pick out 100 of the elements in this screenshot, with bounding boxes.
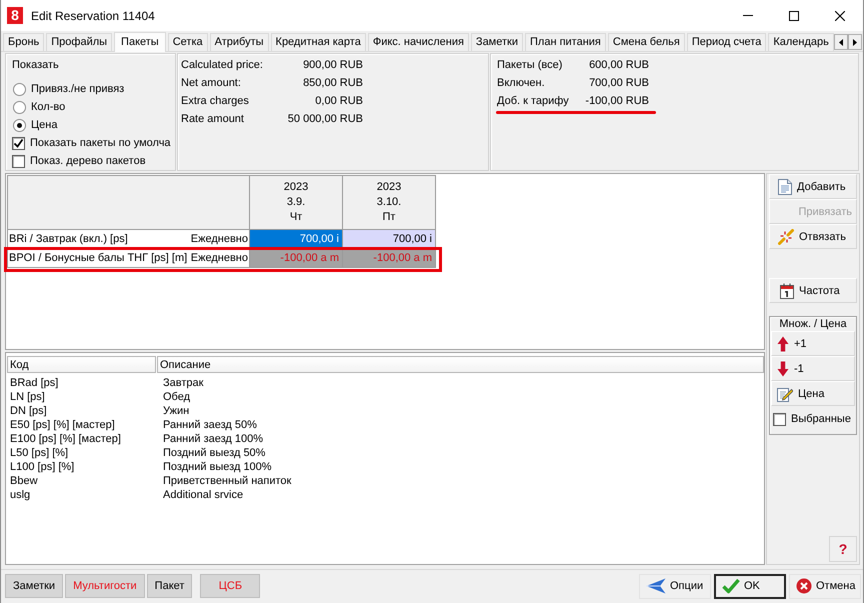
summary-label: Calculated price: [181,59,263,71]
column-header[interactable]: Описание [157,356,764,373]
checkbox[interactable] [773,412,786,426]
group-label: Показать [12,58,60,72]
year-label: 2023 [376,180,402,195]
weekday-label: Пт [382,210,396,225]
tab[interactable]: Календарь [768,33,834,51]
summary-label: Доб. к тарифу [497,95,569,107]
radio-label: Цена [31,119,58,131]
side-button[interactable]: +1 [771,331,855,356]
package-frequency: Ежедневно [190,233,248,245]
package-frequency: Ежедневно [190,252,248,264]
side-button[interactable]: -1 [771,356,855,381]
broken-chain-icon [778,228,794,244]
package-name: BPOI / Бонусные балы ТНГ [ps] [m] [9,252,188,264]
summary-value: 600,00 RUB [589,59,649,71]
summary-value: 0,00 RUB [315,95,363,107]
side-button[interactable]: Добавить [769,174,857,199]
table-cell-text: DN [ps] [10,404,48,418]
calendar-icon [780,282,794,298]
right-triangle-icon [852,38,857,46]
app-logo: 8 [7,7,23,24]
table-cell: Обед [163,390,190,404]
tab[interactable]: Фикс. начисления [368,33,469,51]
side-button[interactable]: Цена [771,381,855,406]
table-cell-text: uslg [10,488,32,502]
footer-button[interactable]: Заметки [5,574,64,598]
document-icon [778,178,792,194]
footer-button[interactable]: Пакет [146,574,192,598]
radio-label: Кол-во [31,101,66,113]
summary-value: -100,00 RUB [585,95,649,107]
ok-button[interactable]: OK [714,574,786,598]
pencil-icon [777,386,793,402]
table-cell-text: BRad [ps] [10,376,60,390]
up-arrow-icon [777,336,789,352]
group-label: Множ. / Цена [778,317,848,331]
checkbox-label: Выбранные [791,413,851,425]
paper-plane-icon [646,578,666,594]
down-arrow-icon [777,360,789,376]
checkbox-label: Показ. дерево пакетов [30,155,146,167]
summary-value: 900,00 RUB [303,59,363,71]
summary-label: Пакеты (все) [497,59,562,71]
weekday-label: Чт [290,210,302,225]
year-label: 2023 [284,180,308,195]
checkbox[interactable] [12,154,25,168]
scroll-left-button[interactable] [834,34,848,50]
date-label: 3.10. [376,195,402,210]
minimize-icon [743,15,753,16]
tab[interactable]: Профайлы [46,33,112,51]
tab[interactable]: Атрибуты [210,33,269,51]
summary-value: 850,00 RUB [303,77,363,89]
cancel-icon [796,578,812,594]
tab[interactable]: Кредитная карта [270,33,366,51]
summary-label: Net amount: [181,77,241,89]
help-button[interactable]: ? [829,536,857,562]
summary-label: Extra charges [181,95,249,107]
date-label: 3.9. [286,195,306,210]
scroll-right-button[interactable] [848,34,862,50]
table-cell: Поздний выезд 100% [163,460,272,474]
tab[interactable]: Бронь [3,33,44,51]
tab[interactable]: Заметки [470,33,523,51]
table-cell-text: Bbew [10,474,39,488]
table-cell: Ранний заезд 50% [163,418,257,432]
check-icon [722,578,740,594]
radio-button[interactable] [13,100,26,114]
radio-label: Привяз./не привяз [31,83,124,95]
tab[interactable]: Период счета [686,33,766,51]
summary-value: 700,00 RUB [589,77,649,89]
column-header[interactable]: Код [7,356,156,373]
radio-button[interactable] [13,118,26,132]
table-cell-text: L50 [ps] [%] [10,446,70,460]
package-name: BRi / Завтрак (вкл.) [ps] [9,233,128,245]
table-cell: Завтрак [163,376,204,390]
left-triangle-icon [838,38,843,46]
radio-button[interactable] [13,82,26,96]
options-button[interactable]: Опции [639,574,711,598]
summary-label: Rate amount [181,113,244,125]
table-cell: Ужин [163,404,190,418]
side-button[interactable]: Отвязать [769,224,857,249]
tab[interactable]: План питания [525,33,606,51]
table-cell-text: E50 [ps] [%] [мастер] [10,418,116,432]
table-cell: Приветственный напиток [163,474,292,488]
checkbox-label: Показать пакеты по умолча [30,137,171,149]
checkbox[interactable] [12,136,25,150]
maximize-icon [789,10,799,20]
table-cell: Additional srvice [163,488,244,502]
table-cell-text: LN [ps] [10,390,46,404]
summary-value: 50 000,00 RUB [288,113,363,125]
tab[interactable]: Смена белья [608,33,685,51]
table-cell: Поздний выезд 50% [163,446,266,460]
table-cell-text: L100 [ps] [%] [10,460,76,474]
table-cell: Ранний заезд 100% [163,432,264,446]
table-cell-text: E100 [ps] [%] [мастер] [10,432,122,446]
side-button[interactable]: Частота [769,278,857,303]
summary-label: Включен. [497,77,545,89]
tab[interactable]: Пакеты [114,32,166,52]
cancel-button[interactable]: Отмена [789,574,861,598]
window-title: Edit Reservation 11404 [31,8,155,22]
tab[interactable]: Сетка [168,33,208,51]
close-icon [835,10,845,20]
